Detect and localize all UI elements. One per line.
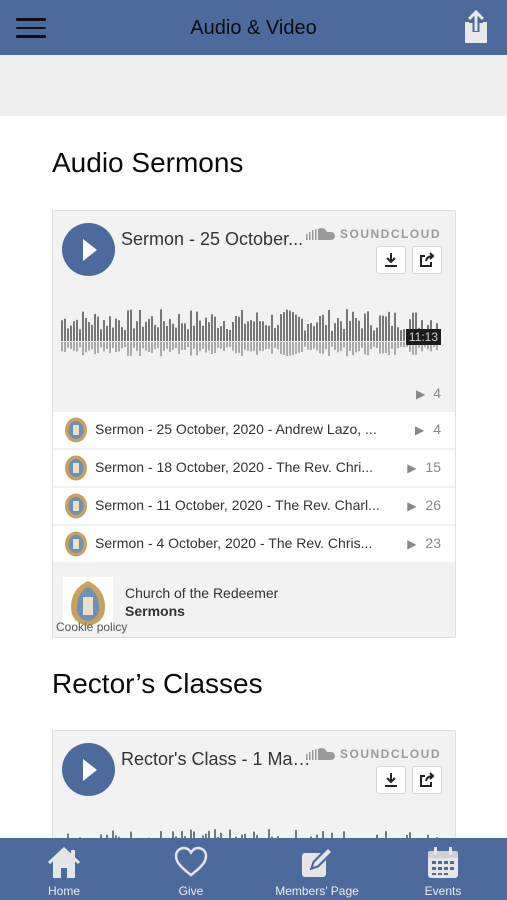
soundcloud-label: SOUNDCLOUD	[340, 747, 441, 761]
section-heading-audio-sermons: Audio Sermons	[52, 147, 244, 178]
church-seal-icon	[65, 417, 87, 443]
share-button[interactable]	[412, 246, 442, 274]
play-count: ▶ 4	[416, 385, 441, 401]
soundcloud-player: Sermon - 25 October... SOUNDCLOUD 11:13 …	[52, 210, 456, 638]
tab-bar: Home Give Members’ Page Events	[0, 838, 507, 900]
tab-members-page[interactable]: Members’ Page	[262, 838, 372, 900]
tab-give[interactable]: Give	[136, 838, 246, 900]
soundcloud-logo[interactable]: SOUNDCLOUD	[306, 746, 441, 762]
banner-area	[0, 55, 507, 116]
download-icon	[385, 773, 397, 787]
page-title: Audio & Video	[190, 17, 317, 39]
tab-events[interactable]: Events	[388, 838, 498, 900]
waveform[interactable]	[61, 303, 441, 363]
track-title[interactable]: Sermon - 25 October...	[121, 229, 309, 250]
top-bar: Audio & Video	[0, 0, 507, 55]
track-row[interactable]: Sermon - 25 October, 2020 - Andrew Lazo,…	[53, 412, 455, 450]
share-icon[interactable]	[458, 8, 494, 46]
play-button[interactable]	[62, 743, 115, 796]
track-list: Sermon - 25 October, 2020 - Andrew Lazo,…	[53, 412, 455, 564]
tab-label: Members’ Page	[275, 884, 359, 898]
church-seal-icon	[65, 493, 87, 519]
track-row-title: Sermon - 11 October, 2020 - The Rev. Cha…	[95, 497, 380, 513]
soundcloud-label: SOUNDCLOUD	[340, 227, 441, 241]
church-seal-icon	[65, 531, 87, 557]
play-count-icon: ▶	[407, 461, 417, 475]
play-icon	[83, 759, 97, 781]
play-count-icon: ▶	[407, 537, 417, 551]
soundcloud-logo[interactable]: SOUNDCLOUD	[306, 226, 441, 242]
play-count-icon: ▶	[415, 387, 426, 401]
track-title[interactable]: Rector's Class - 1 Mar...	[121, 749, 311, 770]
org-name[interactable]: Church of the Redeemer	[125, 585, 278, 601]
tab-label: Give	[178, 884, 204, 898]
track-row[interactable]: Sermon - 18 October, 2020 - The Rev. Chr…	[53, 450, 455, 488]
duration-badge: 11:13	[405, 329, 441, 345]
track-row-plays: ▶ 26	[407, 497, 441, 513]
tab-label: Events	[424, 884, 462, 898]
playlist-name[interactable]: Sermons	[125, 603, 185, 619]
play-count-icon: ▶	[414, 423, 425, 437]
church-seal-icon	[65, 455, 87, 481]
tab-home[interactable]: Home	[9, 838, 119, 900]
track-row-title: Sermon - 18 October, 2020 - The Rev. Chr…	[95, 459, 374, 475]
track-row-plays-value: 15	[425, 459, 441, 475]
track-row-title: Sermon - 25 October, 2020 - Andrew Lazo,…	[95, 421, 377, 437]
track-row-plays-value: 23	[425, 535, 441, 551]
track-row-plays: ▶ 23	[407, 535, 441, 551]
track-row-plays: ▶ 15	[407, 459, 441, 475]
play-count-icon: ▶	[407, 499, 417, 513]
share-button[interactable]	[412, 766, 442, 794]
heart-icon	[174, 846, 208, 877]
play-icon	[83, 239, 97, 261]
track-row-plays-value: 26	[425, 497, 441, 513]
track-row-plays-value: 4	[433, 421, 441, 437]
track-row[interactable]: Sermon - 4 October, 2020 - The Rev. Chri…	[53, 526, 455, 564]
play-count-value: 4	[433, 385, 441, 401]
soundcloud-icon	[306, 228, 335, 240]
track-row-plays: ▶ 4	[415, 421, 441, 437]
cookie-policy-link[interactable]: Cookie policy	[56, 620, 127, 634]
download-button[interactable]	[376, 246, 406, 274]
calendar-icon	[428, 847, 458, 878]
edit-icon	[302, 846, 334, 877]
home-icon	[47, 846, 81, 878]
download-icon	[385, 253, 397, 267]
share-icon	[420, 772, 435, 787]
tab-label: Home	[47, 884, 80, 898]
soundcloud-icon	[306, 748, 335, 760]
play-button[interactable]	[62, 223, 115, 276]
track-row[interactable]: Sermon - 11 October, 2020 - The Rev. Cha…	[53, 488, 455, 526]
share-icon	[420, 252, 435, 267]
download-button[interactable]	[376, 766, 406, 794]
track-row-title: Sermon - 4 October, 2020 - The Rev. Chri…	[95, 535, 373, 551]
section-heading-rectors-classes: Rector’s Classes	[52, 668, 263, 699]
